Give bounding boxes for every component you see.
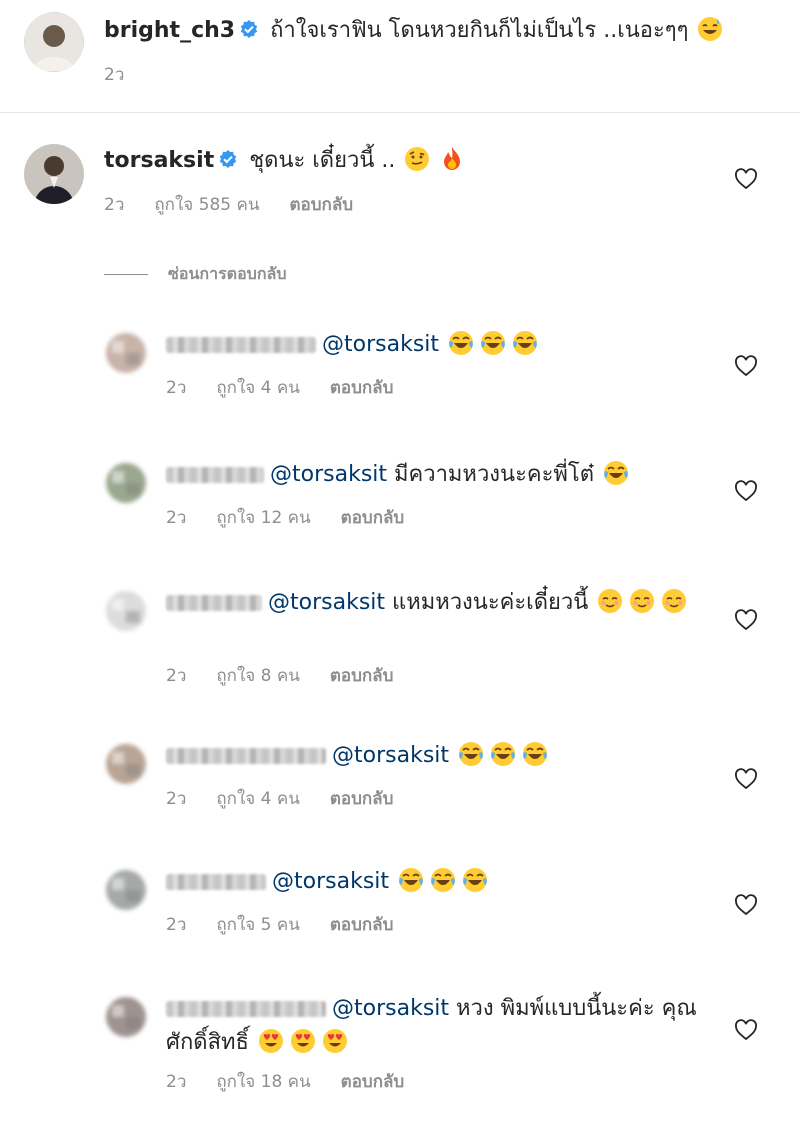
reply-likes[interactable]: ถูกใจ 4 คน bbox=[216, 378, 299, 398]
reply-likes[interactable]: ถูกใจ 12 คน bbox=[216, 508, 310, 528]
caption-time: 2ว bbox=[104, 65, 125, 85]
hide-replies-button[interactable]: ซ่อนการตอบกลับ bbox=[104, 262, 286, 287]
reply-avatar[interactable] bbox=[106, 997, 146, 1037]
reply-likes[interactable]: ถูกใจ 4 คน bbox=[216, 789, 299, 809]
reply-mention-link[interactable]: @torsaksit bbox=[322, 332, 439, 357]
comment-username[interactable]: torsaksit bbox=[104, 148, 214, 173]
divider bbox=[0, 112, 800, 113]
reply-button[interactable]: ตอบกลับ bbox=[341, 1072, 405, 1092]
reply-avatar[interactable] bbox=[106, 591, 146, 631]
tears-of-joy-emoji-icon bbox=[398, 867, 424, 893]
reply-time: 2ว bbox=[166, 789, 187, 809]
heart-outline-icon[interactable] bbox=[734, 608, 758, 632]
reply-mention-link[interactable]: @torsaksit bbox=[268, 590, 385, 615]
verified-badge-icon bbox=[239, 19, 259, 39]
reply-time: 2ว bbox=[166, 666, 187, 686]
reply-button[interactable]: ตอบกลับ bbox=[289, 195, 353, 215]
reply-username-blurred[interactable] bbox=[166, 337, 316, 353]
smiling-blush-emoji-icon bbox=[629, 588, 655, 614]
heart-outline-icon[interactable] bbox=[734, 893, 758, 917]
reply-button[interactable]: ตอบกลับ bbox=[330, 378, 394, 398]
reply-time: 2ว bbox=[166, 378, 187, 398]
reply-button[interactable]: ตอบกลับ bbox=[330, 915, 394, 935]
heart-outline-icon[interactable] bbox=[734, 167, 758, 191]
tears-of-joy-emoji-icon bbox=[462, 867, 488, 893]
reply-mention-link[interactable]: @torsaksit bbox=[272, 869, 389, 894]
reply-time: 2ว bbox=[166, 508, 187, 528]
tears-of-joy-emoji-icon bbox=[490, 741, 516, 767]
caption-username[interactable]: bright_ch3 bbox=[104, 18, 235, 43]
reply-text: แหมหวงนะค่ะเดี๋ยวนี้ bbox=[385, 590, 589, 615]
reply-avatar[interactable] bbox=[106, 870, 146, 910]
caption-avatar[interactable] bbox=[24, 12, 84, 72]
tears-of-joy-emoji-icon bbox=[430, 867, 456, 893]
heart-outline-icon[interactable] bbox=[734, 767, 758, 791]
caption-text: ถ้าใจเราฟิน โดนหวยกินก็ไม่เป็นไร ..เนอะๆ… bbox=[270, 18, 689, 43]
comment-likes[interactable]: ถูกใจ 585 คน bbox=[154, 195, 259, 215]
heart-outline-icon[interactable] bbox=[734, 354, 758, 378]
reply-mention-link[interactable]: @torsaksit bbox=[270, 462, 387, 487]
heart-eyes-emoji-icon bbox=[258, 1028, 284, 1054]
reply-username-blurred[interactable] bbox=[166, 595, 262, 611]
raised-eyebrow-emoji-icon bbox=[404, 146, 430, 172]
heart-outline-icon[interactable] bbox=[734, 479, 758, 503]
heart-outline-icon[interactable] bbox=[734, 1018, 758, 1042]
heart-eyes-emoji-icon bbox=[322, 1028, 348, 1054]
sweat-smile-emoji-icon bbox=[697, 16, 723, 42]
tears-of-joy-emoji-icon bbox=[603, 460, 629, 486]
post-caption: bright_ch3 ถ้าใจเราฟิน โดนหวยกินก็ไม่เป็… bbox=[0, 0, 800, 100]
reply-username-blurred[interactable] bbox=[166, 748, 326, 764]
reply-username-blurred[interactable] bbox=[166, 467, 264, 483]
comment-time: 2ว bbox=[104, 195, 125, 215]
reply-avatar[interactable] bbox=[106, 463, 146, 503]
reply-button[interactable]: ตอบกลับ bbox=[330, 789, 394, 809]
reply-likes[interactable]: ถูกใจ 5 คน bbox=[216, 915, 299, 935]
reply-likes[interactable]: ถูกใจ 18 คน bbox=[216, 1072, 310, 1092]
verified-badge-icon bbox=[218, 149, 238, 169]
fire-emoji-icon bbox=[439, 146, 465, 172]
reply-time: 2ว bbox=[166, 1072, 187, 1092]
smiling-blush-emoji-icon bbox=[661, 588, 687, 614]
hide-replies-line bbox=[104, 274, 148, 275]
hide-replies-label: ซ่อนการตอบกลับ bbox=[168, 264, 287, 283]
reply-mention-link[interactable]: @torsaksit bbox=[332, 743, 449, 768]
reply-mention-link[interactable]: @torsaksit bbox=[332, 996, 449, 1021]
comment-text: ชุดนะ เดี๋ยวนี้ .. bbox=[249, 148, 396, 173]
smiling-blush-emoji-icon bbox=[597, 588, 623, 614]
commenter-avatar[interactable] bbox=[24, 144, 84, 204]
reply-button[interactable]: ตอบกลับ bbox=[341, 508, 405, 528]
reply-time: 2ว bbox=[166, 915, 187, 935]
reply-likes[interactable]: ถูกใจ 8 คน bbox=[216, 666, 299, 686]
tears-of-joy-emoji-icon bbox=[480, 330, 506, 356]
reply-button[interactable]: ตอบกลับ bbox=[330, 666, 394, 686]
tears-of-joy-emoji-icon bbox=[458, 741, 484, 767]
reply-username-blurred[interactable] bbox=[166, 1001, 326, 1017]
heart-eyes-emoji-icon bbox=[290, 1028, 316, 1054]
reply-text: มีความหวงนะคะพี่โต๋ bbox=[387, 462, 595, 487]
tears-of-joy-emoji-icon bbox=[522, 741, 548, 767]
reply-avatar[interactable] bbox=[106, 333, 146, 373]
tears-of-joy-emoji-icon bbox=[448, 330, 474, 356]
reply-avatar[interactable] bbox=[106, 744, 146, 784]
reply-username-blurred[interactable] bbox=[166, 874, 266, 890]
tears-of-joy-emoji-icon bbox=[512, 330, 538, 356]
